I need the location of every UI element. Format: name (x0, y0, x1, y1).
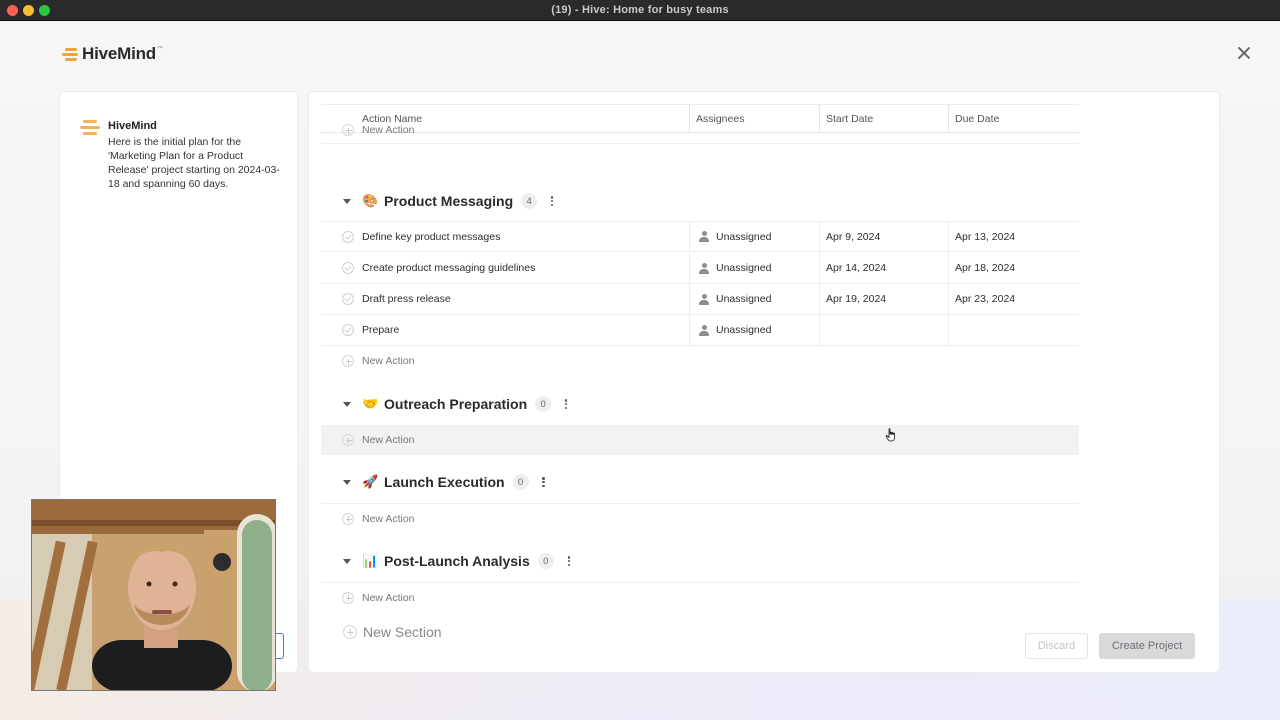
new-section-button[interactable]: New Section (343, 624, 442, 640)
section-title[interactable]: Post-Launch Analysis (384, 553, 530, 569)
due-date[interactable]: Apr 23, 2024 (949, 284, 1079, 314)
assignee[interactable]: Unassigned (716, 324, 771, 336)
section-post-launch-analysis[interactable]: 📊 Post-Launch Analysis 0 (343, 549, 574, 573)
chat-sender: HiveMind (108, 120, 157, 132)
complete-check-icon[interactable] (342, 293, 354, 305)
plus-circle-icon (342, 434, 354, 446)
section-outreach-preparation[interactable]: 🤝 Outreach Preparation 0 (343, 392, 571, 416)
caret-down-icon[interactable] (343, 558, 351, 564)
hivemind-logo: HiveMind ™ (62, 44, 163, 64)
table-row[interactable]: Prepare Unassigned (321, 315, 1079, 346)
chat-text: Here is the initial plan for the 'Market… (108, 136, 280, 190)
action-name[interactable]: Create product messaging guidelines (362, 262, 535, 274)
create-project-button[interactable]: Create Project (1099, 633, 1195, 659)
more-options-icon[interactable] (547, 195, 557, 207)
caret-down-icon[interactable] (343, 198, 351, 204)
action-name[interactable]: Draft press release (362, 293, 451, 305)
table-row[interactable]: Define key product messages Unassigned A… (321, 221, 1079, 252)
more-options-icon[interactable] (561, 398, 571, 410)
window-title: (19) - Hive: Home for busy teams (551, 4, 729, 16)
due-date[interactable]: Apr 18, 2024 (949, 253, 1079, 283)
plus-circle-icon (343, 625, 357, 639)
hive-avatar-icon (80, 120, 100, 136)
caret-down-icon[interactable] (343, 401, 351, 407)
discard-button[interactable]: Discard (1025, 633, 1088, 659)
assignee[interactable]: Unassigned (716, 231, 771, 243)
due-date[interactable] (949, 315, 1079, 345)
more-options-icon[interactable] (564, 555, 574, 567)
assignee[interactable]: Unassigned (716, 293, 771, 305)
table-row[interactable]: Create product messaging guidelines Unas… (321, 253, 1079, 284)
section-count-badge: 0 (512, 474, 529, 490)
table-row[interactable]: Draft press release Unassigned Apr 19, 2… (321, 284, 1079, 315)
due-date[interactable]: Apr 13, 2024 (949, 222, 1079, 251)
start-date[interactable]: Apr 9, 2024 (820, 222, 949, 251)
plus-circle-icon (342, 355, 354, 367)
start-date[interactable] (820, 315, 949, 345)
close-icon[interactable] (1235, 44, 1253, 62)
user-icon (699, 231, 709, 242)
new-action-button[interactable]: New Action (321, 425, 1079, 455)
complete-check-icon[interactable] (342, 230, 354, 243)
section-product-messaging[interactable]: 🎨 Product Messaging 4 (343, 189, 557, 213)
hand-cursor-icon (885, 428, 895, 442)
new-action-button[interactable]: New Action (321, 124, 1079, 144)
bar-chart-emoji-icon: 📊 (362, 553, 379, 568)
user-icon (699, 293, 709, 305)
section-title[interactable]: Outreach Preparation (384, 396, 527, 412)
project-plan-table: Action Name Assignees Start Date Due Dat… (309, 92, 1219, 672)
section-count-badge: 0 (537, 553, 554, 569)
assignee[interactable]: Unassigned (716, 262, 771, 274)
section-launch-execution[interactable]: 🚀 Launch Execution 0 (343, 470, 549, 494)
new-action-button[interactable]: New Action (321, 346, 1079, 376)
section-count-badge: 4 (521, 193, 538, 209)
user-icon (699, 324, 709, 336)
presenter-video-image (32, 500, 275, 690)
plus-circle-icon (342, 512, 354, 525)
new-action-button[interactable]: New Action (321, 582, 1079, 612)
complete-check-icon[interactable] (342, 324, 354, 336)
start-date[interactable]: Apr 14, 2024 (820, 253, 949, 283)
trademark-mark: ™ (156, 46, 163, 52)
section-title[interactable]: Product Messaging (384, 193, 513, 209)
new-action-button[interactable]: New Action (321, 503, 1079, 533)
caret-down-icon[interactable] (343, 479, 351, 485)
action-name[interactable]: Prepare (362, 324, 399, 336)
handshake-emoji-icon: 🤝 (362, 396, 379, 411)
window-titlebar: (19) - Hive: Home for busy teams (0, 0, 1280, 21)
start-date[interactable]: Apr 19, 2024 (820, 284, 949, 314)
section-count-badge: 0 (535, 396, 552, 412)
complete-check-icon[interactable] (342, 262, 354, 274)
action-name[interactable]: Define key product messages (362, 231, 500, 243)
plus-circle-icon (342, 124, 354, 136)
webcam-video-overlay (31, 499, 276, 691)
palette-emoji-icon: 🎨 (362, 193, 379, 208)
plus-circle-icon (342, 591, 354, 604)
hive-logo-icon (62, 47, 78, 61)
more-options-icon[interactable] (539, 476, 549, 488)
user-icon (699, 262, 709, 274)
chat-message: HiveMind Here is the initial plan for th… (80, 120, 280, 191)
rocket-emoji-icon: 🚀 (362, 474, 379, 489)
section-title[interactable]: Launch Execution (384, 474, 505, 490)
logo-text: HiveMind (82, 44, 156, 63)
